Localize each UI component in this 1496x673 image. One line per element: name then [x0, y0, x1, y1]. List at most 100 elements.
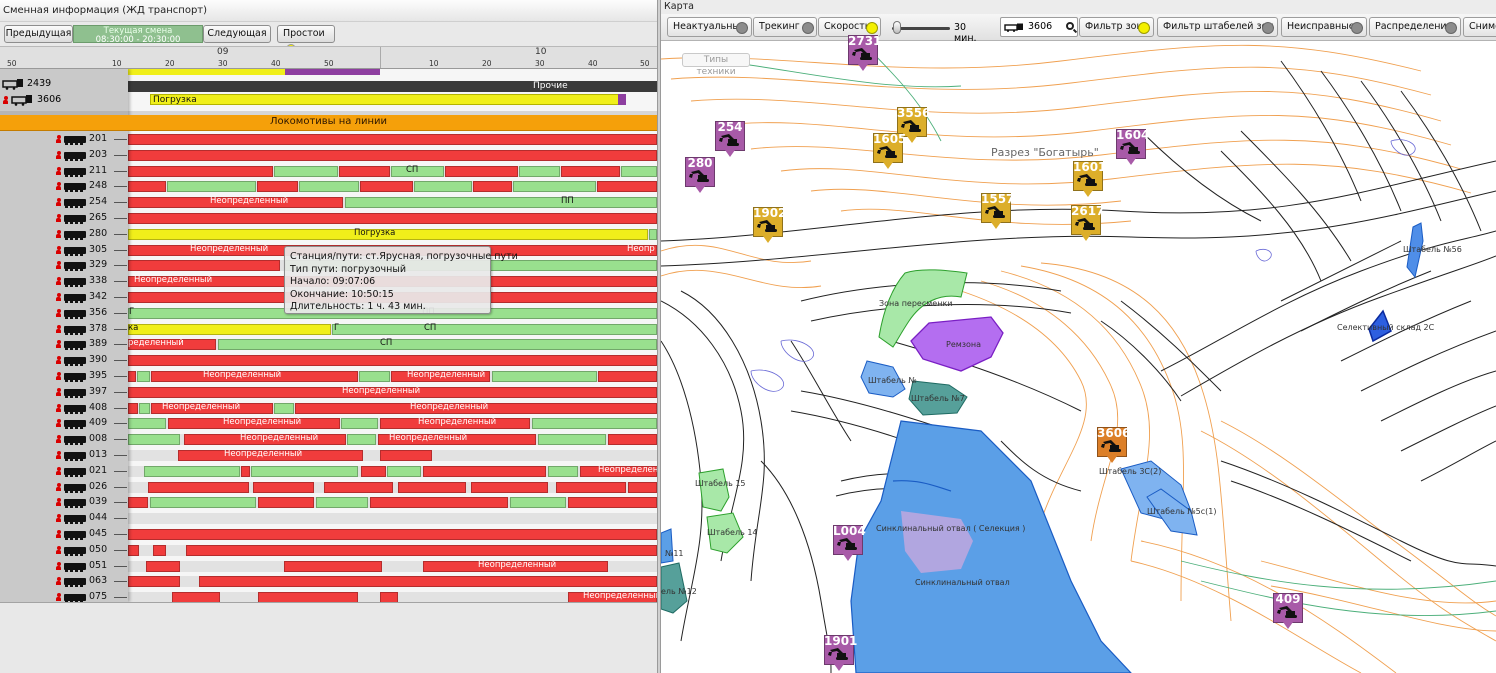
vehicle-row-label[interactable]: 2439 [0, 76, 128, 92]
vehicle-marker[interactable]: 1601 [1073, 160, 1106, 199]
vehicle-marker[interactable]: 2731 [848, 34, 881, 73]
vehicle-marker[interactable]: L004 [833, 524, 866, 563]
loco-row-label[interactable]: 397 [0, 384, 128, 400]
loco-row-label[interactable]: 039 [0, 494, 128, 510]
status-segment-undefined[interactable] [128, 355, 657, 366]
loco-row-label[interactable]: 338 [0, 273, 128, 289]
vehicle-marker[interactable]: 280 [685, 156, 715, 195]
status-segment-undefined[interactable] [148, 482, 249, 493]
time-window-slider[interactable]: 30 мин. [890, 20, 987, 44]
loco-row-label[interactable]: 395 [0, 368, 128, 384]
vehicle-marker[interactable]: 1902 [753, 206, 786, 245]
distribution-toggle[interactable]: Распределение [1369, 17, 1461, 37]
status-segment-moving[interactable] [139, 403, 150, 414]
status-segment-undefined[interactable] [146, 561, 180, 572]
status-segment-moving[interactable] [218, 339, 657, 350]
loco-row-label[interactable]: 409 [0, 415, 128, 431]
status-segment-undefined[interactable] [128, 134, 657, 145]
vehicle-marker[interactable]: 3606 [1097, 426, 1130, 465]
status-segment-undefined[interactable] [258, 497, 314, 508]
status-segment-undefined[interactable] [473, 181, 512, 192]
status-segment-undefined[interactable] [284, 561, 382, 572]
status-segment-undefined[interactable] [556, 482, 626, 493]
purple-bar-end[interactable] [618, 94, 626, 105]
faulty-toggle[interactable]: Неисправные [1281, 17, 1367, 37]
idle-toggle-button[interactable]: Простои [277, 25, 335, 54]
loco-row-label[interactable]: 063 [0, 573, 128, 589]
vehicle-marker[interactable]: 1557 [981, 192, 1014, 231]
loco-row-label[interactable]: 305 [0, 242, 128, 258]
loco-row-label[interactable]: 248 [0, 178, 128, 194]
status-segment-undefined[interactable] [360, 181, 413, 192]
status-segment-undefined[interactable] [128, 497, 148, 508]
loco-row-label[interactable]: 044 [0, 510, 128, 526]
loco-row-label[interactable]: 008 [0, 431, 128, 447]
status-segment-undefined[interactable] [380, 592, 398, 602]
status-segment-moving[interactable] [548, 466, 578, 477]
inactual-toggle[interactable]: Неактуальные [667, 17, 752, 37]
status-segment-undefined[interactable] [398, 482, 466, 493]
status-segment-moving[interactable] [532, 418, 657, 429]
loco-row-label[interactable]: 378 [0, 321, 128, 337]
status-segment-loading[interactable] [128, 324, 331, 335]
mine-map[interactable]: Типы техники Разрез "Богатырь" Зона пере… [661, 34, 1496, 673]
loco-row-label[interactable]: 075 [0, 589, 128, 602]
zone-filter-toggle[interactable]: Фильтр зон [1079, 17, 1154, 37]
vehicle-marker[interactable]: 1605 [873, 132, 906, 171]
status-segment-undefined[interactable] [339, 166, 390, 177]
status-segment-undefined[interactable] [128, 213, 657, 224]
loco-row-label[interactable]: 013 [0, 447, 128, 463]
other-bar[interactable]: Прочие [128, 81, 657, 92]
status-segment-moving[interactable] [144, 466, 240, 477]
status-segment-undefined[interactable] [598, 371, 657, 382]
loco-row-label[interactable]: 265 [0, 210, 128, 226]
status-segment-undefined[interactable] [128, 181, 166, 192]
status-segment-undefined[interactable] [241, 466, 250, 477]
status-segment-undefined[interactable] [199, 576, 657, 587]
slider-handle[interactable] [893, 21, 901, 34]
status-segment-undefined[interactable] [253, 482, 314, 493]
status-segment-undefined[interactable] [445, 166, 518, 177]
vehicle-search-field[interactable]: 3606 [1000, 17, 1078, 37]
status-segment-moving[interactable] [513, 181, 596, 192]
status-segment-undefined[interactable] [628, 482, 657, 493]
status-segment-undefined[interactable] [608, 434, 657, 445]
status-segment-moving[interactable] [359, 371, 390, 382]
loco-row-label[interactable]: 254 [0, 194, 128, 210]
loco-row-label[interactable]: 026 [0, 479, 128, 495]
status-segment-undefined[interactable] [153, 545, 166, 556]
status-segment-moving[interactable] [510, 497, 566, 508]
status-segment-undefined[interactable] [128, 403, 138, 414]
status-segment-undefined[interactable] [561, 166, 620, 177]
loco-row-label[interactable]: 045 [0, 526, 128, 542]
status-segment-undefined[interactable] [597, 181, 657, 192]
tracking-toggle[interactable]: Трекинг [753, 17, 817, 37]
current-shift-button[interactable]: Текущая смена 08:30:00 - 20:30:00 [73, 25, 203, 44]
prev-shift-button[interactable]: Предыдущая [4, 25, 73, 43]
status-segment-undefined[interactable] [172, 592, 220, 602]
loco-row-label[interactable]: 356 [0, 305, 128, 321]
purple-bar-top[interactable] [285, 69, 380, 75]
status-segment-moving[interactable] [251, 466, 358, 477]
status-segment-moving[interactable] [150, 497, 256, 508]
status-segment-undefined[interactable] [186, 545, 657, 556]
vehicle-marker[interactable]: 409 [1273, 592, 1303, 631]
status-segment-undefined[interactable] [257, 181, 298, 192]
status-segment-moving[interactable] [347, 434, 376, 445]
status-segment-moving[interactable] [167, 181, 256, 192]
status-segment-moving[interactable] [316, 497, 368, 508]
loco-row-label[interactable]: 201 [0, 131, 128, 147]
status-segment-undefined[interactable] [128, 576, 180, 587]
status-segment-moving[interactable] [128, 434, 180, 445]
status-segment-moving[interactable] [387, 466, 421, 477]
status-segment-undefined[interactable] [324, 482, 393, 493]
status-segment-undefined[interactable] [128, 371, 136, 382]
status-segment-moving[interactable] [414, 181, 472, 192]
status-segment-undefined[interactable] [128, 545, 139, 556]
status-segment-undefined[interactable] [128, 260, 280, 271]
loco-row-label[interactable]: 342 [0, 289, 128, 305]
vehicle-marker[interactable]: 2617 [1071, 204, 1104, 243]
status-segment-moving[interactable] [492, 371, 597, 382]
status-segment-undefined[interactable] [423, 466, 546, 477]
vehicle-marker[interactable]: 254 [715, 120, 745, 159]
